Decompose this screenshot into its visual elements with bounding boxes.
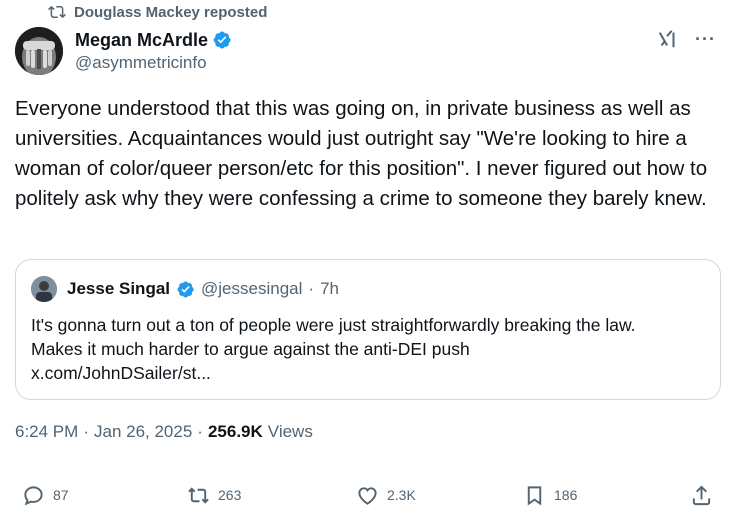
views-label: Views — [267, 422, 313, 441]
quoted-tweet[interactable]: Jesse Singal @jessesingal · 7h It's gonn… — [15, 259, 721, 400]
repost-button[interactable]: 263 — [187, 480, 241, 510]
meta-separator: · — [197, 422, 203, 441]
bookmark-button[interactable]: 186 — [523, 480, 577, 510]
quoted-author-avatar[interactable] — [31, 276, 57, 302]
views-count: 256.9K — [207, 422, 263, 441]
reply-count: 87 — [53, 487, 69, 503]
repost-icon — [48, 5, 66, 19]
action-bar: 87 263 2.3K 186 — [0, 480, 730, 510]
author-handle[interactable]: @asymmetricinfo — [75, 53, 232, 73]
quoted-text-line: Makes it much harder to argue against th… — [31, 339, 470, 359]
quoted-text-line: It's gonna turn out a ton of people were… — [31, 315, 636, 335]
bookmark-icon — [527, 485, 542, 505]
share-button[interactable] — [690, 480, 713, 510]
author-name[interactable]: Megan McArdle — [75, 30, 208, 51]
heart-icon — [358, 486, 377, 505]
bookmark-count: 186 — [554, 487, 578, 503]
quoted-text: It's gonna turn out a ton of people were… — [31, 313, 711, 385]
repost-label: Douglass Mackey reposted — [74, 3, 268, 21]
repost-count: 263 — [218, 487, 242, 503]
tweet-meta: 6:24 PM · Jan 26, 2025 · 256.9K Views — [15, 422, 313, 442]
quoted-author-name: Jesse Singal — [67, 279, 171, 298]
reply-button[interactable]: 87 — [22, 480, 69, 510]
grok-icon[interactable] — [657, 28, 679, 50]
more-options-icon[interactable]: ··· — [695, 30, 716, 48]
tweet-text: Everyone understood that this was going … — [15, 97, 708, 210]
top-actions: ··· — [657, 28, 716, 50]
like-count: 2.3K — [387, 487, 416, 503]
quoted-author-handle: @jessesingal — [201, 279, 303, 298]
post-time[interactable]: 6:24 PM — [15, 422, 78, 442]
share-icon — [692, 485, 711, 505]
quoted-verified-badge-icon — [177, 280, 194, 298]
repost-action-icon — [188, 486, 209, 504]
like-button[interactable]: 2.3K — [356, 480, 416, 510]
reply-icon — [24, 485, 43, 505]
verified-badge-icon — [213, 31, 231, 49]
quoted-separator: · — [308, 279, 315, 298]
quoted-link[interactable]: x.com/JohnDSailer/st... — [31, 361, 711, 385]
author-block: Megan McArdle @asymmetricinfo — [75, 28, 232, 73]
post-date[interactable]: Jan 26, 2025 — [94, 422, 192, 442]
quoted-time: 7h — [320, 279, 339, 298]
meta-separator: · — [83, 422, 89, 441]
author-avatar[interactable] — [15, 27, 63, 75]
repost-indicator[interactable]: Douglass Mackey reposted — [48, 2, 267, 22]
quoted-avatar-image — [31, 276, 57, 302]
avatar-image — [15, 27, 63, 75]
